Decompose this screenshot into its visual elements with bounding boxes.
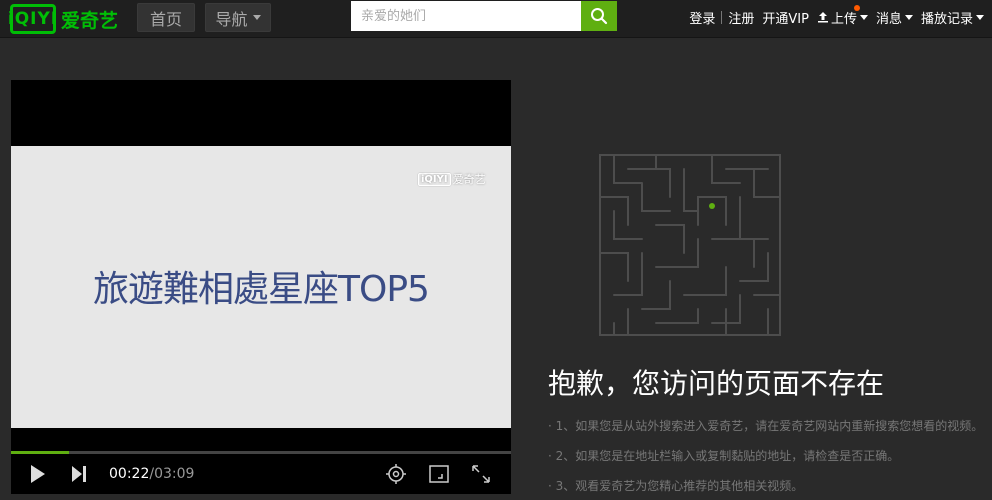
widescreen-icon bbox=[429, 465, 449, 483]
top-bar: iQIYI 爱奇艺 首页 导航 登录 注册 开通VIP 上传 bbox=[0, 0, 992, 38]
history-menu[interactable]: 播放记录 bbox=[921, 8, 984, 27]
vip-link[interactable]: 开通VIP bbox=[762, 8, 809, 27]
login-link[interactable]: 登录 bbox=[689, 8, 715, 27]
play-icon bbox=[31, 465, 45, 483]
play-button[interactable] bbox=[27, 454, 49, 494]
logo[interactable]: iQIYI 爱奇艺 bbox=[8, 4, 119, 34]
chevron-down-icon bbox=[859, 14, 868, 20]
video-frame[interactable]: iQIYI 爱奇艺 旅遊難相處星座TOP5 bbox=[11, 146, 511, 428]
video-title-text: 旅遊難相處星座TOP5 bbox=[93, 269, 430, 310]
logo-mark: iQIYI bbox=[8, 4, 57, 34]
watermark-mark: iQIYI bbox=[418, 172, 451, 186]
video-player[interactable]: iQIYI 爱奇艺 旅遊難相處星座TOP5 00:22/03:09 bbox=[11, 80, 511, 494]
video-watermark: iQIYI 爱奇艺 bbox=[418, 171, 486, 187]
home-label: 首页 bbox=[149, 9, 182, 29]
watermark-text: 爱奇艺 bbox=[452, 173, 486, 186]
maze-illustration bbox=[599, 154, 781, 336]
next-icon bbox=[72, 466, 86, 482]
user-nav: 登录 注册 开通VIP 上传 消息 播放记录 bbox=[689, 0, 992, 34]
next-button[interactable] bbox=[69, 454, 89, 494]
chevron-down-icon bbox=[976, 14, 984, 20]
search-icon bbox=[591, 8, 608, 25]
register-link[interactable]: 注册 bbox=[728, 8, 754, 27]
search-input[interactable] bbox=[351, 1, 581, 31]
fullscreen-button[interactable] bbox=[470, 454, 492, 494]
nav-label: 导航 bbox=[215, 9, 248, 29]
error-tips: 1、如果您是从站外搜索进入爱奇艺，请在爱奇艺网站内重新搜索您想看的视频。 2、如… bbox=[548, 418, 984, 500]
history-label: 播放记录 bbox=[920, 11, 973, 27]
upload-menu[interactable]: 上传 bbox=[817, 4, 868, 27]
maze-marker bbox=[709, 203, 715, 209]
search-bar bbox=[351, 1, 617, 31]
current-time: 00:22 bbox=[109, 466, 150, 482]
error-title: 抱歉，您访问的页面不存在 bbox=[548, 367, 885, 400]
chevron-down-icon bbox=[904, 14, 913, 20]
settings-button[interactable] bbox=[385, 454, 407, 494]
chevron-down-icon bbox=[252, 15, 261, 20]
nav-dropdown-button[interactable]: 导航 bbox=[205, 3, 271, 32]
upload-icon bbox=[817, 12, 828, 23]
notification-dot bbox=[853, 4, 860, 11]
tip-item: 2、如果您是在地址栏输入或复制黏贴的地址，请检查是否正确。 bbox=[548, 448, 983, 478]
logo-text: 爱奇艺 bbox=[61, 9, 119, 32]
upload-label: 上传 bbox=[830, 11, 857, 27]
total-time: /03:09 bbox=[149, 466, 195, 482]
tip-item: 1、如果您是从站外搜索进入爱奇艺，请在爱奇艺网站内重新搜索您想看的视频。 bbox=[548, 418, 984, 448]
message-menu[interactable]: 消息 bbox=[876, 8, 913, 27]
tip-item: 3、观看爱奇艺为您精心推荐的其他相关视频。 bbox=[548, 478, 983, 500]
search-button[interactable] bbox=[581, 1, 617, 31]
home-button[interactable]: 首页 bbox=[137, 3, 195, 32]
divider bbox=[721, 10, 723, 24]
player-controls: 00:22/03:09 bbox=[11, 454, 511, 494]
widescreen-button[interactable] bbox=[428, 454, 450, 494]
message-label: 消息 bbox=[875, 11, 902, 27]
gear-icon bbox=[386, 464, 406, 484]
time-display: 00:22/03:09 bbox=[109, 466, 194, 482]
fullscreen-icon bbox=[472, 465, 490, 483]
